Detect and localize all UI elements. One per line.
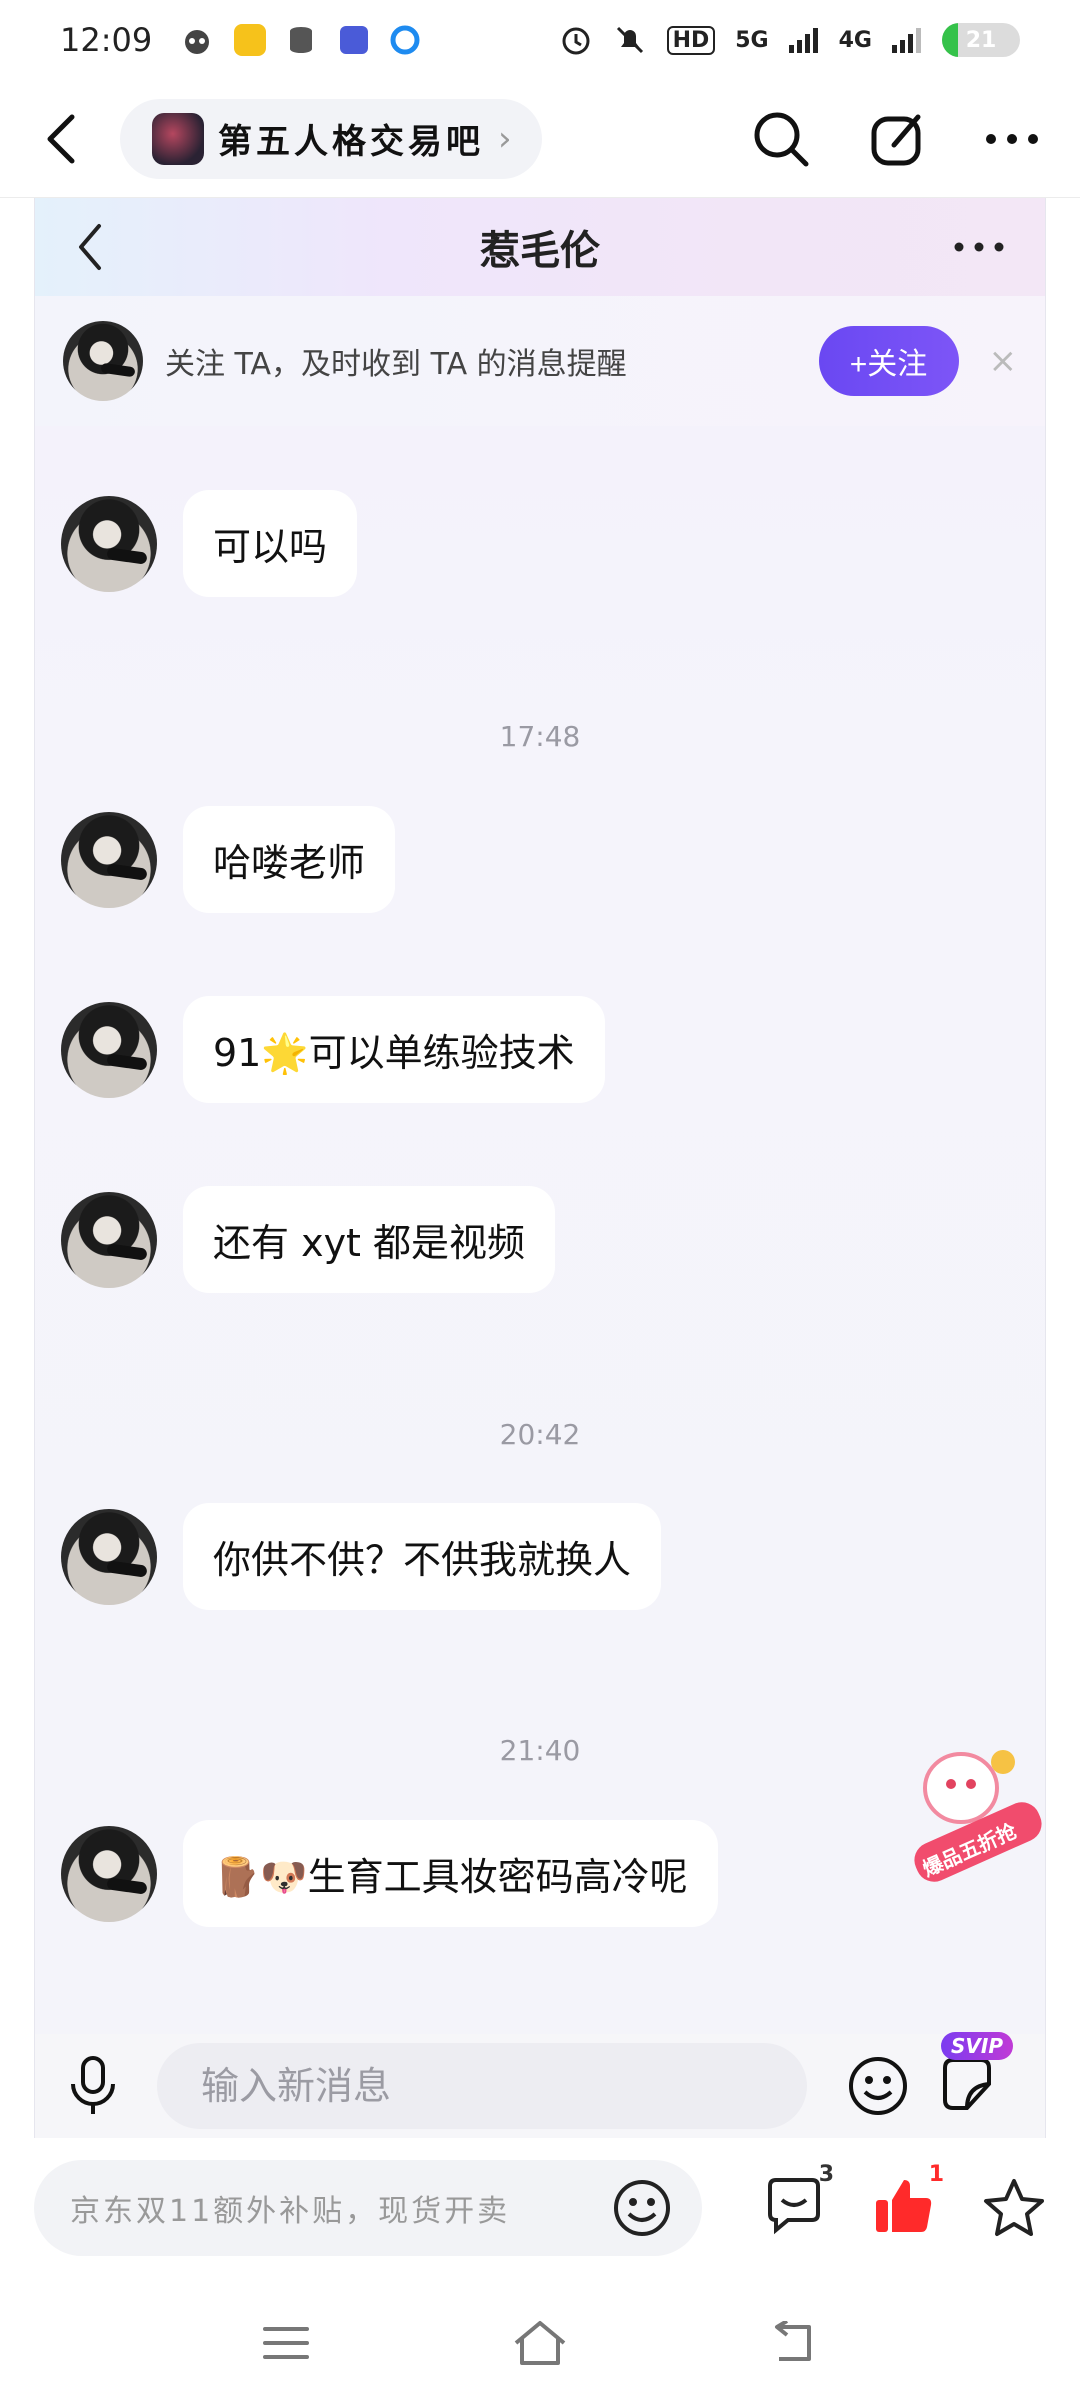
message-input-bar: SVIP (35, 2032, 1045, 2138)
timestamp: 20:42 (499, 1418, 581, 1451)
back-arrow-icon[interactable] (40, 111, 84, 167)
message-row: 可以吗 (61, 490, 358, 597)
app-bar-actions (750, 108, 1040, 170)
thumbs-up-icon (876, 2180, 932, 2232)
notification-icons (180, 23, 422, 57)
status-bar: 12:09 HD 5G 4G 21 (0, 0, 1080, 80)
status-right: HD 5G 4G 21 (559, 23, 1020, 57)
svip-badge: SVIP (941, 2032, 1013, 2060)
message-row: 你供不供？不供我就换人 (61, 1503, 662, 1610)
message-input[interactable] (201, 2064, 807, 2108)
like-count: 1 (928, 2162, 944, 2187)
signal-4g: 4G (838, 27, 872, 53)
avatar[interactable] (61, 495, 157, 592)
microphone-icon[interactable] (65, 2054, 121, 2118)
avatar[interactable] (61, 1191, 157, 1288)
chevron-right-icon: › (498, 118, 512, 159)
avatar[interactable] (61, 1001, 157, 1098)
emoji-icon[interactable] (847, 2055, 909, 2117)
message-row: 哈喽老师 (61, 806, 396, 913)
chat-header: 惹毛伦 (35, 198, 1045, 296)
avatar[interactable] (61, 1825, 157, 1922)
post-actions: 3 1 (764, 2162, 1046, 2240)
message-row: 91🌟可以单练验技术 (61, 996, 605, 1103)
chat-title: 惹毛伦 (480, 228, 600, 274)
timestamp: 21:40 (499, 1734, 581, 1767)
follow-button[interactable]: +关注 (818, 326, 959, 396)
message-bubble[interactable]: 91🌟可以单练验技术 (183, 996, 605, 1103)
alarm-icon (562, 27, 590, 55)
comment-button[interactable]: 3 (764, 2162, 834, 2240)
message-bubble[interactable]: 哈喽老师 (183, 806, 396, 913)
comment-bar: 京东双11额外补贴，现货开卖 3 1 (0, 2138, 1080, 2278)
comment-input[interactable]: 京东双11额外补贴，现货开卖 (34, 2160, 702, 2256)
sticker-button[interactable]: SVIP (937, 2032, 1013, 2118)
mute-bell-icon (616, 26, 643, 54)
forum-entry-button[interactable]: 第五人格交易吧 › (120, 98, 542, 179)
close-icon[interactable]: × (989, 341, 1018, 381)
battery-indicator: 21 (942, 23, 1020, 57)
message-bubble[interactable]: 你供不供？不供我就换人 (183, 1503, 662, 1610)
avatar[interactable] (61, 811, 157, 908)
hd-label: HD (666, 25, 716, 55)
forum-avatar (152, 112, 204, 165)
blue-app-icon (340, 26, 369, 54)
signal-5g: 5G (735, 27, 769, 53)
like-button[interactable]: 1 (872, 2162, 944, 2240)
search-icon[interactable] (750, 108, 812, 170)
promo-badge[interactable]: 爆品五折抢 (901, 1736, 1045, 1886)
sticker-icon (943, 2058, 991, 2110)
home-icon[interactable] (512, 2319, 568, 2367)
edit-post-icon[interactable] (868, 109, 928, 169)
signal-bars-icon (788, 28, 818, 53)
back-icon[interactable] (769, 2321, 819, 2365)
star-icon[interactable] (982, 2177, 1046, 2239)
system-nav-bar (0, 2278, 1080, 2408)
cat-app-icon (185, 30, 210, 54)
comment-count: 3 (818, 2162, 834, 2187)
message-input-field[interactable] (157, 2043, 807, 2129)
follow-prompt-bar: 关注 TA，及时收到 TA 的消息提醒 +关注 × (35, 296, 1045, 426)
comment-icon (768, 2178, 820, 2235)
message-row: 🪵🐶生育工具妆密码高冷呢 (61, 1820, 718, 1927)
forum-name: 第五人格交易吧 (218, 122, 484, 162)
chat-screenshot: 惹毛伦 关注 TA，及时收到 TA 的消息提醒 +关注 × 可以吗 17:48 … (34, 198, 1046, 2138)
yellow-app-icon (234, 24, 267, 56)
top-app-bar: 第五人格交易吧 › (0, 80, 1080, 198)
message-bubble[interactable]: 🪵🐶生育工具妆密码高冷呢 (183, 1820, 718, 1927)
message-bubble[interactable]: 可以吗 (183, 490, 358, 597)
menu-icon[interactable] (261, 2323, 311, 2363)
message-bubble[interactable]: 还有 xyt 都是视频 (183, 1186, 556, 1293)
message-row: 还有 xyt 都是视频 (61, 1186, 556, 1293)
emoji-icon[interactable] (612, 2178, 672, 2238)
avatar[interactable] (61, 1508, 157, 1605)
signal-bars-icon (892, 28, 921, 53)
avatar (63, 321, 143, 401)
clock: 12:09 (60, 21, 153, 59)
follow-prompt-text: 关注 TA，及时收到 TA 的消息提醒 (165, 347, 627, 382)
browser-app-icon (390, 25, 420, 55)
comment-placeholder: 京东双11额外补贴，现货开卖 (70, 2194, 511, 2229)
more-options-icon[interactable] (984, 132, 1040, 146)
database-app-icon (290, 27, 313, 53)
timestamp: 17:48 (499, 720, 581, 753)
